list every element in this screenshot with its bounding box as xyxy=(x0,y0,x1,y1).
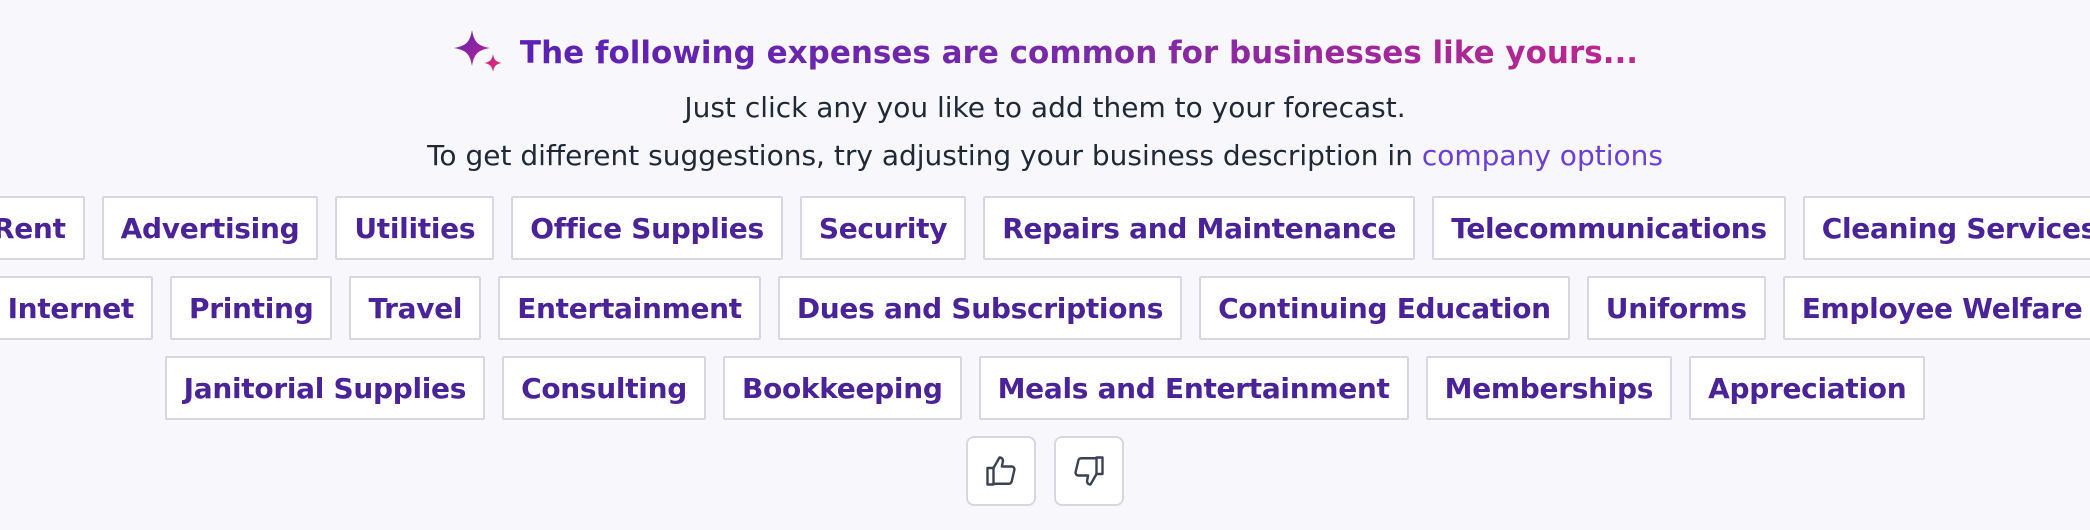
suggestion-chip-security[interactable]: Security xyxy=(799,196,967,260)
suggestion-chip-internet[interactable]: Internet xyxy=(0,276,154,340)
instruction-line: Just click any you like to add them to y… xyxy=(684,91,1406,124)
thumbs-up-button[interactable] xyxy=(966,436,1036,506)
suggestion-chip-cleaning-services[interactable]: Cleaning Services xyxy=(1802,196,2090,260)
expense-suggestions-panel: The following expenses are common for bu… xyxy=(0,0,2090,530)
adjust-hint-line: To get different suggestions, try adjust… xyxy=(0,138,2090,174)
suggestion-chip-printing[interactable]: Printing xyxy=(170,276,333,340)
suggestion-chip-dues-and-subscriptions[interactable]: Dues and Subscriptions xyxy=(777,276,1183,340)
suggestion-chip-advertising[interactable]: Advertising xyxy=(101,196,319,260)
adjust-hint-text: To get different suggestions, try adjust… xyxy=(427,139,1413,172)
suggestion-chip-janitorial-supplies[interactable]: Janitorial Supplies xyxy=(164,356,486,420)
company-options-link[interactable]: company options xyxy=(1422,139,1663,172)
suggestion-chip-telecommunications[interactable]: Telecommunications xyxy=(1432,196,1786,260)
suggestion-chip-repairs-and-maintenance[interactable]: Repairs and Maintenance xyxy=(983,196,1416,260)
suggestion-chip-memberships[interactable]: Memberships xyxy=(1425,356,1673,420)
thumbs-down-icon xyxy=(1074,456,1104,486)
suggestion-chip-appreciation[interactable]: Appreciation xyxy=(1689,356,1926,420)
suggestion-chip-uniforms[interactable]: Uniforms xyxy=(1586,276,1766,340)
suggestion-row: Internet Printing Travel Entertainment D… xyxy=(0,276,2090,340)
sparkle-icon xyxy=(453,30,502,72)
suggestion-row: Rent Advertising Utilities Office Suppli… xyxy=(0,196,2090,260)
thumbs-down-button[interactable] xyxy=(1054,436,1124,506)
suggestion-chip-bookkeeping[interactable]: Bookkeeping xyxy=(723,356,962,420)
suggestion-chip-office-supplies[interactable]: Office Supplies xyxy=(511,196,783,260)
suggestion-chip-travel[interactable]: Travel xyxy=(349,276,482,340)
suggestion-chip-meals-and-entertainment[interactable]: Meals and Entertainment xyxy=(978,356,1409,420)
thumbs-up-icon xyxy=(986,456,1016,486)
suggestion-chip-utilities[interactable]: Utilities xyxy=(335,196,495,260)
suggestion-chip-entertainment[interactable]: Entertainment xyxy=(498,276,761,340)
suggestion-chip-rent[interactable]: Rent xyxy=(0,196,85,260)
suggestions-header: The following expenses are common for bu… xyxy=(0,24,2090,82)
suggestion-chip-continuing-education[interactable]: Continuing Education xyxy=(1199,276,1570,340)
suggestions-title: The following expenses are common for bu… xyxy=(520,24,1638,82)
feedback-buttons xyxy=(0,436,2090,506)
suggestion-chip-consulting[interactable]: Consulting xyxy=(502,356,706,420)
suggestion-row: Janitorial Supplies Consulting Bookkeepi… xyxy=(0,356,2090,420)
suggestion-chip-employee-welfare[interactable]: Employee Welfare xyxy=(1782,276,2090,340)
